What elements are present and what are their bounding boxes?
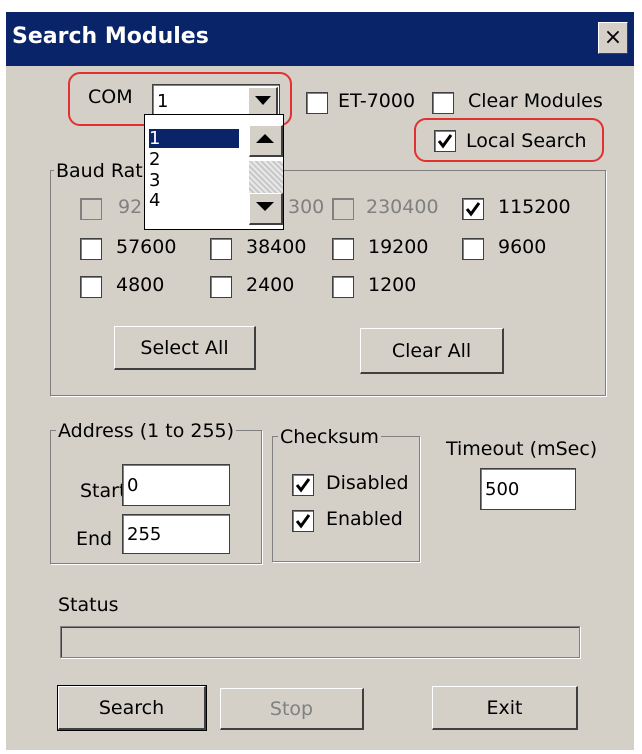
- exit-button[interactable]: Exit: [432, 686, 578, 730]
- baud-9600-label: 9600: [498, 236, 547, 258]
- clear-modules-label: Clear Modules: [468, 90, 603, 112]
- baud-38400-checkbox[interactable]: [210, 238, 232, 260]
- checksum-legend: Checksum: [278, 426, 381, 448]
- com-option[interactable]: 1: [149, 129, 239, 148]
- com-select-value: 1: [157, 91, 169, 112]
- checksum-enabled-label: Enabled: [326, 508, 403, 530]
- chevron-down-icon: [255, 96, 271, 105]
- checksum-disabled-label: Disabled: [326, 472, 409, 494]
- com-option[interactable]: 4: [149, 191, 239, 210]
- baud-230400-checkbox[interactable]: [332, 198, 354, 220]
- baud-1200-checkbox[interactable]: [332, 276, 354, 298]
- com-label: COM: [88, 86, 133, 108]
- close-button[interactable]: ×: [598, 22, 628, 54]
- checkmark-icon: [437, 134, 453, 149]
- baud-9600-checkbox[interactable]: [462, 238, 484, 260]
- baud-460800-label: 300: [288, 196, 325, 218]
- address-legend: Address (1 to 255): [56, 420, 237, 442]
- checkmark-icon: [295, 478, 311, 493]
- end-label: End: [76, 528, 113, 550]
- start-address-input[interactable]: [122, 464, 230, 506]
- search-button[interactable]: Search: [57, 685, 207, 731]
- com-dropdown-list[interactable]: 1 2 3 4: [144, 114, 284, 230]
- baud-115200-checkbox[interactable]: [462, 198, 484, 220]
- select-all-button[interactable]: Select All: [114, 326, 256, 370]
- checkmark-icon: [465, 202, 481, 217]
- baud-115200-label: 115200: [498, 196, 571, 218]
- baud-4800-label: 4800: [116, 274, 165, 296]
- com-option[interactable]: 2: [149, 150, 239, 169]
- baud-230400-label: 230400: [366, 196, 439, 218]
- baud-1200-label: 1200: [368, 274, 417, 296]
- baud-rate-legend: Baud Rat: [54, 160, 145, 182]
- et7000-label: ET-7000: [338, 90, 416, 112]
- local-search-label: Local Search: [466, 130, 587, 152]
- baud-57600-label: 57600: [116, 236, 177, 258]
- baud-4800-checkbox[interactable]: [80, 276, 102, 298]
- baud-19200-checkbox[interactable]: [332, 238, 354, 260]
- local-search-checkbox[interactable]: [434, 130, 456, 152]
- checksum-group: [272, 436, 420, 562]
- clear-modules-checkbox[interactable]: [432, 92, 454, 114]
- window-title: Search Modules: [12, 24, 209, 49]
- status-progress-bar: [60, 626, 580, 658]
- status-label: Status: [58, 594, 119, 616]
- baud-19200-label: 19200: [368, 236, 429, 258]
- com-dropdown-button[interactable]: [248, 87, 278, 117]
- scroll-down-button[interactable]: [249, 193, 283, 225]
- baud-38400-label: 38400: [246, 236, 307, 258]
- stop-button[interactable]: Stop: [220, 688, 364, 730]
- baud-57600-checkbox[interactable]: [80, 238, 102, 260]
- title-bar: Search Modules ×: [6, 12, 634, 66]
- chevron-up-icon: [256, 134, 274, 143]
- clear-all-button[interactable]: Clear All: [360, 328, 504, 374]
- timeout-label: Timeout (mSec): [446, 438, 598, 460]
- checkmark-icon: [295, 514, 311, 529]
- baud-921600-checkbox[interactable]: [80, 198, 102, 220]
- timeout-input[interactable]: [480, 468, 576, 510]
- checksum-enabled-checkbox[interactable]: [292, 510, 314, 532]
- chevron-down-icon: [256, 202, 274, 211]
- start-label: Start: [80, 480, 127, 502]
- et7000-checkbox[interactable]: [306, 92, 328, 114]
- end-address-input[interactable]: [122, 514, 230, 554]
- scroll-up-button[interactable]: [249, 125, 283, 157]
- baud-2400-checkbox[interactable]: [210, 276, 232, 298]
- baud-2400-label: 2400: [246, 274, 295, 296]
- com-option[interactable]: 3: [149, 171, 239, 190]
- checksum-disabled-checkbox[interactable]: [292, 474, 314, 496]
- close-icon: ×: [603, 25, 623, 50]
